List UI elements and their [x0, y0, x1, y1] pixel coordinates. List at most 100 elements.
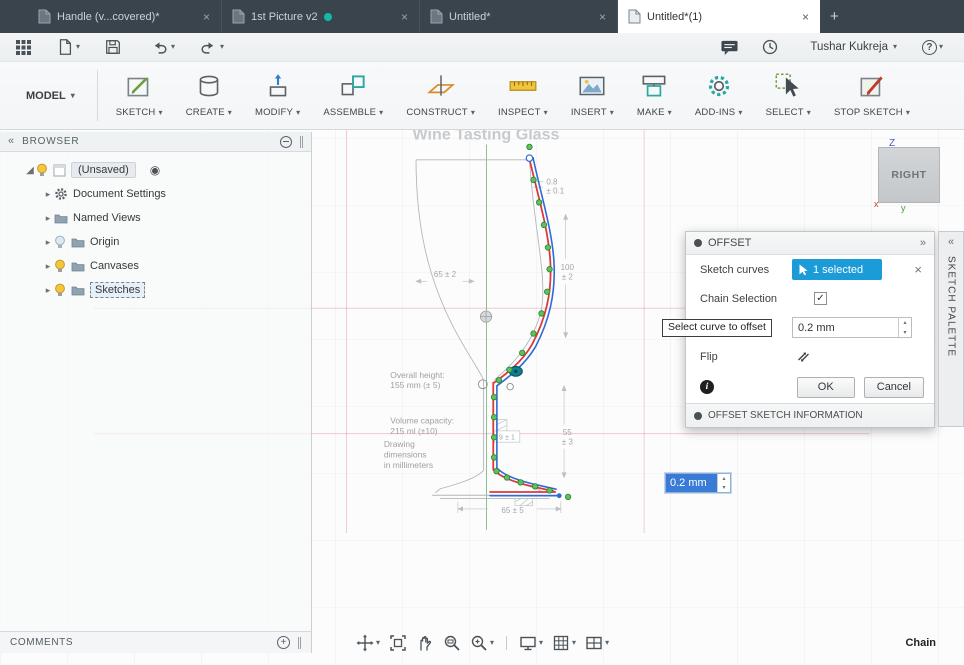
- viewcube-face-label: RIGHT: [891, 169, 927, 181]
- save-button[interactable]: [99, 36, 127, 58]
- tab-close-icon[interactable]: ×: [398, 10, 411, 24]
- ribbon-stop-sketch-button[interactable]: STOP SKETCH ▾: [834, 62, 910, 129]
- caret-down-icon[interactable]: ▾: [220, 43, 224, 51]
- pan-button[interactable]: ▾: [356, 634, 380, 652]
- info-icon[interactable]: i: [700, 380, 714, 394]
- tab-close-icon[interactable]: ×: [200, 10, 213, 24]
- dim-stem-height: 55: [563, 428, 572, 437]
- tree-root-row[interactable]: ◢ (Unsaved) ◉: [0, 158, 311, 182]
- sketch-points-green[interactable]: [490, 143, 572, 500]
- bulb-icon[interactable]: [36, 163, 48, 177]
- comments-panel[interactable]: COMMENTS +: [0, 631, 312, 653]
- file-menu-button[interactable]: ▾: [51, 36, 85, 58]
- ribbon-toolbar: MODEL ▾ SKETCH ▾ CREATE ▾ MODIFY ▾ ASSEM…: [0, 62, 964, 130]
- undo-button[interactable]: ▾: [145, 36, 180, 58]
- grid-snaps-button[interactable]: ▾: [552, 634, 576, 652]
- axis-x-label: x: [874, 199, 879, 209]
- panel-grip-handle[interactable]: [298, 636, 301, 649]
- caret-down-icon: ▾: [667, 107, 672, 117]
- tab-close-icon[interactable]: ×: [799, 10, 812, 24]
- sketch-curve-offset-blue[interactable]: [489, 156, 561, 497]
- dialog-expand-icon[interactable]: »: [920, 237, 926, 249]
- offset-distance-inline-input[interactable]: 0.2 mm ▴ ▾: [665, 473, 731, 493]
- inline-input-spinner[interactable]: ▴ ▾: [717, 474, 730, 492]
- expand-palette-icon[interactable]: «: [948, 237, 954, 248]
- twisty-icon[interactable]: ▸: [42, 213, 54, 224]
- selection-count-label: 1 selected: [813, 263, 864, 276]
- chain-selection-checkbox[interactable]: ✓: [814, 292, 827, 305]
- job-status-button[interactable]: [756, 36, 784, 58]
- twisty-icon[interactable]: ▸: [42, 261, 54, 272]
- curve-endpoint-base[interactable]: [556, 493, 562, 499]
- ribbon-group-label: CONSTRUCT: [406, 107, 468, 118]
- clear-selection-icon[interactable]: ×: [912, 262, 924, 277]
- caret-down-icon: ▾: [379, 107, 384, 117]
- ribbon-make-button[interactable]: MAKE ▾: [637, 62, 672, 129]
- offset-value-spinner[interactable]: ▴ ▾: [898, 318, 911, 337]
- help-button[interactable]: ? ▾: [917, 38, 948, 57]
- selection-button[interactable]: 1 selected: [792, 259, 882, 280]
- curve-endpoint[interactable]: [525, 154, 534, 162]
- save-icon: [106, 40, 120, 54]
- pan-icon: [356, 634, 374, 652]
- activate-component-radio[interactable]: ◉: [150, 163, 160, 177]
- twisty-open-icon[interactable]: ◢: [24, 165, 36, 176]
- bulb-icon[interactable]: [54, 259, 66, 273]
- collapse-panel-icon[interactable]: «: [8, 136, 14, 147]
- dim-stem-height-tol: ± 3: [562, 438, 574, 447]
- new-tab-button[interactable]: +: [820, 0, 849, 33]
- bulb-off-icon[interactable]: [54, 235, 66, 249]
- viewcube[interactable]: RIGHT: [878, 147, 940, 203]
- tree-row-origin[interactable]: ▸ Origin: [0, 230, 311, 254]
- ribbon-sketch-button[interactable]: SKETCH ▾: [116, 62, 163, 129]
- document-tab-2[interactable]: 1st Picture v2 ×: [222, 0, 420, 33]
- ribbon-select-button[interactable]: SELECT ▾: [766, 62, 811, 129]
- dim-bowl-width: 65 ± 2: [434, 270, 457, 279]
- viewports-button[interactable]: ▾: [585, 634, 609, 652]
- zoom-window-button[interactable]: [443, 634, 461, 652]
- display-settings-button[interactable]: ▾: [519, 634, 543, 652]
- fit-view-button[interactable]: [389, 634, 407, 652]
- tree-row-document-settings[interactable]: ▸ Document Settings: [0, 182, 311, 206]
- document-tab-3[interactable]: Untitled* ×: [420, 0, 618, 33]
- offset-sketch-information-header[interactable]: OFFSET SKETCH INFORMATION: [686, 403, 934, 427]
- tree-row-named-views[interactable]: ▸ Named Views: [0, 206, 311, 230]
- tab-close-icon[interactable]: ×: [596, 10, 609, 24]
- ribbon-create-button[interactable]: CREATE ▾: [186, 62, 232, 129]
- offset-value-input[interactable]: 0.2 mm ▴ ▾: [792, 317, 912, 338]
- document-tab-4-active[interactable]: Untitled*(1) ×: [618, 0, 820, 33]
- feedback-button[interactable]: [715, 37, 744, 58]
- panel-grip-handle[interactable]: [300, 135, 303, 148]
- caret-down-icon: ▾: [490, 638, 495, 647]
- workspace-switcher[interactable]: MODEL ▾: [0, 62, 93, 129]
- ribbon-addins-button[interactable]: ADD-INS ▾: [695, 62, 743, 129]
- minimize-panel-icon[interactable]: [280, 135, 292, 148]
- twisty-icon[interactable]: ▸: [42, 189, 54, 200]
- ribbon-assemble-button[interactable]: ASSEMBLE ▾: [323, 62, 383, 129]
- twisty-icon[interactable]: ▸: [42, 285, 54, 296]
- redo-button[interactable]: ▾: [194, 36, 229, 58]
- zoom-window-icon: [444, 635, 460, 651]
- bulb-icon[interactable]: [54, 283, 66, 297]
- twisty-icon[interactable]: ▸: [42, 237, 54, 248]
- document-tab-1[interactable]: Handle (v...covered)* ×: [28, 0, 222, 33]
- ribbon-insert-button[interactable]: INSERT ▾: [571, 62, 614, 129]
- ok-button[interactable]: OK: [796, 376, 855, 398]
- display-settings-icon: [520, 636, 536, 651]
- offset-dialog-header[interactable]: OFFSET »: [686, 232, 934, 255]
- sketch-palette-tab[interactable]: « SKETCH PALETTE: [938, 231, 964, 427]
- ribbon-construct-button[interactable]: CONSTRUCT ▾: [406, 62, 475, 129]
- cancel-button[interactable]: Cancel: [863, 376, 924, 398]
- user-account-button[interactable]: Tushar Kukreja ▾: [802, 39, 905, 55]
- flip-direction-icon[interactable]: [796, 350, 811, 364]
- tree-row-canvases[interactable]: ▸ Canvases: [0, 254, 311, 278]
- add-comment-icon[interactable]: +: [277, 636, 290, 649]
- root-document-label[interactable]: (Unsaved): [71, 162, 136, 178]
- ribbon-inspect-button[interactable]: INSPECT ▾: [498, 62, 548, 129]
- ribbon-modify-button[interactable]: MODIFY ▾: [255, 62, 300, 129]
- tree-row-sketches[interactable]: ▸ Sketches: [0, 278, 311, 302]
- pan-hand-button[interactable]: [416, 634, 434, 652]
- caret-down-icon[interactable]: ▾: [171, 43, 175, 51]
- zoom-button[interactable]: ▾: [470, 634, 494, 652]
- app-grid-button[interactable]: [10, 37, 37, 58]
